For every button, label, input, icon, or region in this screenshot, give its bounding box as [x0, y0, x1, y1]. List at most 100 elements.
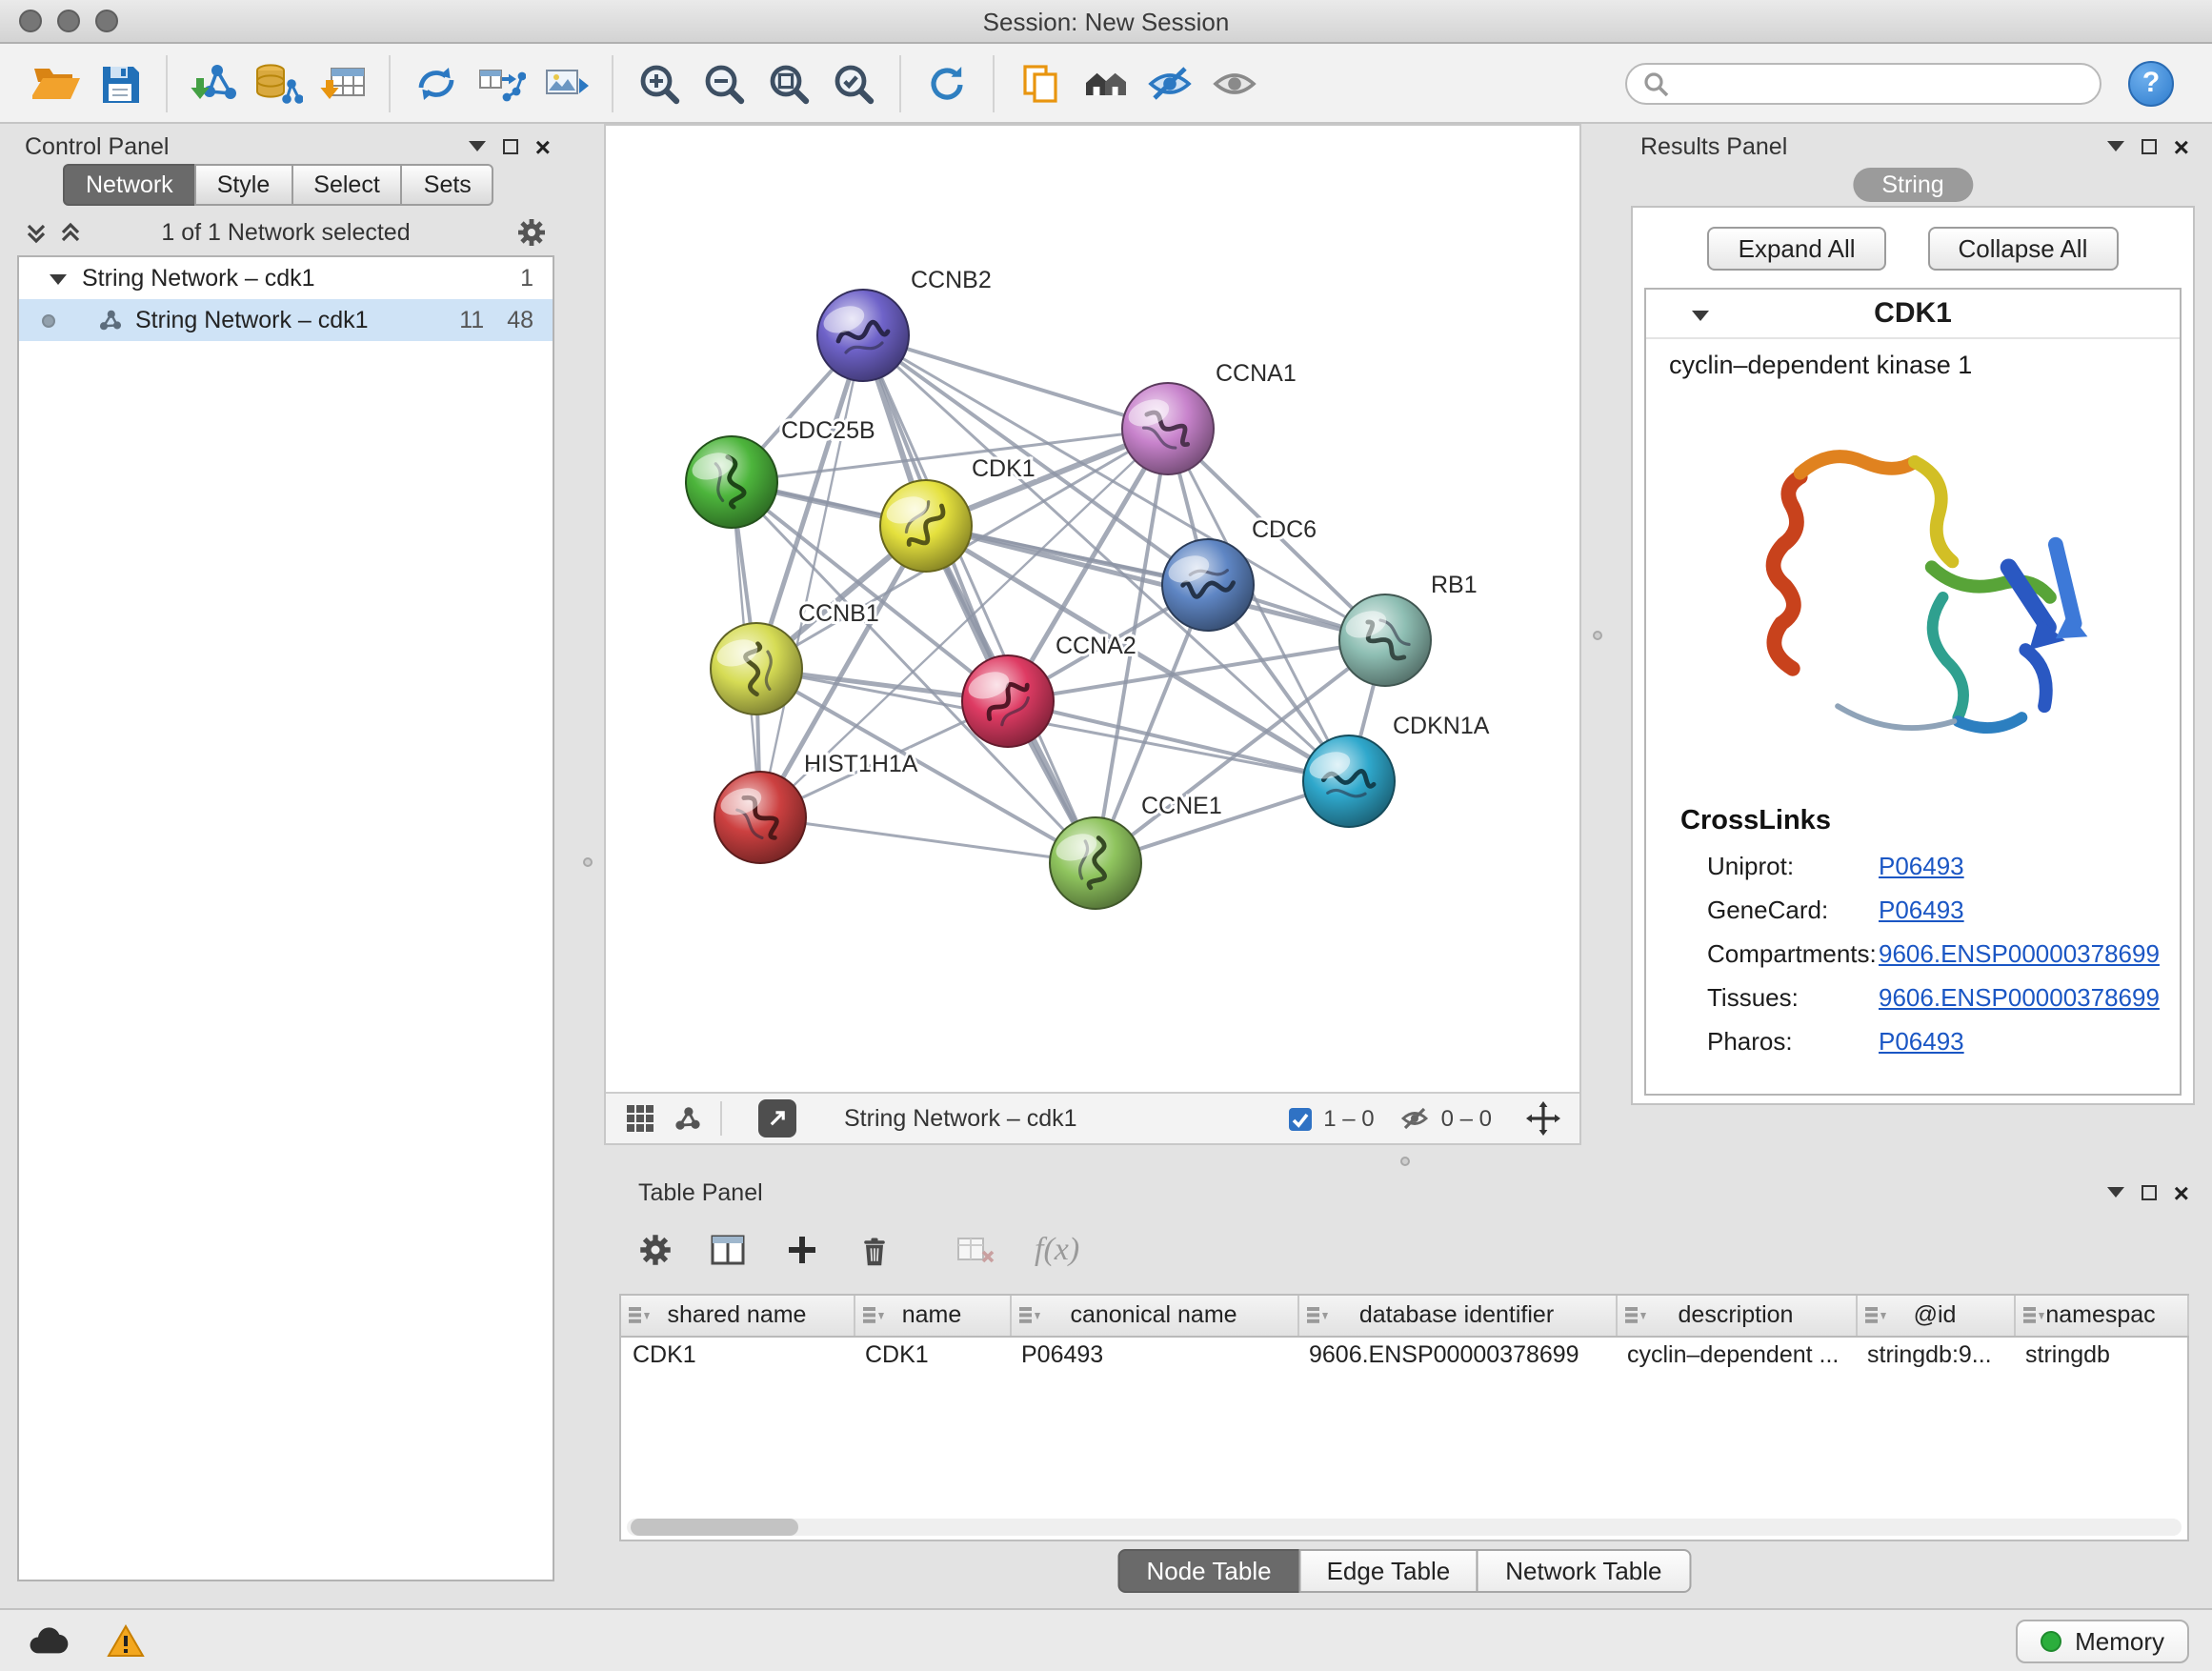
column-header[interactable]: name	[854, 1296, 1010, 1336]
show-graphics-details-button[interactable]	[1202, 50, 1267, 115]
panel-menu-icon[interactable]	[2107, 1185, 2124, 1198]
network-node-hist1h1a[interactable]	[714, 772, 806, 863]
table-settings-gear-icon[interactable]	[638, 1233, 673, 1267]
crosslinks-title: CrossLinks	[1680, 806, 2180, 836]
string-results-box: Expand All Collapse All CDK1 cyclin–depe…	[1631, 206, 2195, 1105]
delete-column-icon[interactable]	[857, 1232, 892, 1268]
copy-page-button[interactable]	[1008, 50, 1073, 115]
search-input[interactable]	[1680, 70, 2084, 96]
table-horizontal-scrollbar[interactable]	[627, 1519, 2182, 1536]
panel-close-icon[interactable]: ×	[2174, 132, 2189, 159]
open-session-button[interactable]	[23, 50, 88, 115]
zoom-out-button[interactable]	[692, 50, 756, 115]
network-from-table-button[interactable]	[469, 50, 533, 115]
import-table-button[interactable]	[311, 50, 375, 115]
network-node-cdkn1a[interactable]	[1303, 735, 1395, 827]
refresh-network-button[interactable]	[915, 50, 979, 115]
panel-float-icon[interactable]	[2142, 1184, 2157, 1199]
column-header[interactable]: namespac	[2014, 1296, 2187, 1336]
zoom-in-button[interactable]	[627, 50, 692, 115]
tab-sets[interactable]: Sets	[401, 164, 494, 206]
network-collection-row[interactable]: String Network – cdk1 1	[19, 257, 553, 299]
network-node-ccnb2[interactable]	[817, 290, 909, 381]
scrollbar-thumb[interactable]	[631, 1519, 798, 1536]
table-row[interactable]: CDK1 CDK1 P06493 9606.ENSP00000378699 cy…	[621, 1336, 2187, 1372]
new-network-icon	[412, 60, 461, 106]
node-label-hist1h1a: HIST1H1A	[804, 751, 918, 777]
export-image-button[interactable]	[533, 50, 598, 115]
column-header[interactable]: shared name	[621, 1296, 854, 1336]
collapse-all-button[interactable]: Collapse All	[1928, 227, 2119, 271]
crosslink-link[interactable]: P06493	[1879, 852, 1964, 880]
gene-card-header[interactable]: CDK1	[1646, 290, 2180, 339]
network-node-cdc6[interactable]	[1162, 539, 1254, 631]
table-cell[interactable]: CDK1	[854, 1336, 1010, 1372]
panel-float-icon[interactable]	[503, 138, 518, 153]
import-network-database-button[interactable]	[246, 50, 311, 115]
import-network-file-button[interactable]	[181, 50, 246, 115]
zoom-selected-button[interactable]	[821, 50, 886, 115]
warning-icon	[107, 1623, 145, 1658]
help-button[interactable]: ?	[2128, 60, 2174, 106]
show-columns-icon[interactable]	[711, 1233, 747, 1267]
table-cell[interactable]: cyclin–dependent ...	[1616, 1336, 1856, 1372]
network-type-icon	[97, 307, 124, 333]
cloud-button[interactable]	[23, 1621, 72, 1660]
tab-network-table[interactable]: Network Table	[1477, 1549, 1690, 1593]
new-network-button[interactable]	[404, 50, 469, 115]
crosslink-link[interactable]: P06493	[1879, 896, 1964, 924]
panel-menu-icon[interactable]	[469, 139, 486, 152]
selected-checkbox-icon[interactable]	[1287, 1106, 1312, 1131]
crosslink-link[interactable]: 9606.ENSP00000378699	[1879, 939, 2160, 968]
collection-expander-icon[interactable]	[50, 272, 67, 285]
network-node-ccna1[interactable]	[1122, 383, 1214, 474]
add-column-icon[interactable]	[785, 1233, 819, 1267]
string-tab-badge[interactable]: String	[1853, 168, 1972, 202]
gene-expander-icon[interactable]	[1692, 309, 1709, 322]
table-cell[interactable]: P06493	[1010, 1336, 1297, 1372]
detach-view-button[interactable]	[758, 1099, 796, 1137]
network-node-cdc25b[interactable]	[686, 436, 777, 528]
tab-network[interactable]: Network	[63, 164, 196, 206]
table-cell[interactable]: stringdb	[2014, 1336, 2187, 1372]
crosslink-label: Tissues:	[1707, 983, 1879, 1012]
bottom-splitter-handle[interactable]	[1400, 1157, 1410, 1166]
table-cell[interactable]: 9606.ENSP00000378699	[1297, 1336, 1616, 1372]
warnings-button[interactable]	[107, 1623, 145, 1658]
panel-menu-icon[interactable]	[2107, 139, 2124, 152]
network-node-cdk1[interactable]	[880, 480, 972, 572]
home-button[interactable]	[1073, 50, 1137, 115]
crosslink-link[interactable]: 9606.ENSP00000378699	[1879, 983, 2160, 1012]
tab-edge-table[interactable]: Edge Table	[1298, 1549, 1479, 1593]
network-node-ccnb1[interactable]	[711, 623, 802, 715]
tab-select[interactable]: Select	[291, 164, 403, 206]
pan-crosshair-icon[interactable]	[1526, 1101, 1560, 1136]
tab-node-table[interactable]: Node Table	[1117, 1549, 1299, 1593]
crosslink-link[interactable]: P06493	[1879, 1027, 1964, 1056]
memory-button[interactable]: Memory	[2016, 1619, 2189, 1662]
network-node-ccna2[interactable]	[962, 655, 1054, 747]
zoom-fit-button[interactable]	[756, 50, 821, 115]
expand-all-button[interactable]: Expand All	[1708, 227, 1886, 271]
hide-graphics-details-button[interactable]	[1137, 50, 1202, 115]
birds-eye-view-icon[interactable]	[625, 1103, 655, 1134]
network-node-ccne1[interactable]	[1050, 817, 1141, 909]
panel-close-icon[interactable]: ×	[2174, 1178, 2189, 1205]
column-header[interactable]: description	[1616, 1296, 1856, 1336]
panel-float-icon[interactable]	[2142, 138, 2157, 153]
left-splitter-handle[interactable]	[583, 857, 593, 867]
right-splitter-handle[interactable]	[1593, 631, 1602, 640]
table-cell[interactable]: CDK1	[621, 1336, 854, 1372]
network-share-icon[interactable]	[673, 1103, 703, 1134]
panel-close-icon[interactable]: ×	[535, 132, 551, 159]
network-row[interactable]: String Network – cdk1 11 48	[19, 299, 553, 341]
network-node-count: 11	[459, 307, 484, 333]
hidden-eye-icon[interactable]	[1401, 1105, 1430, 1132]
save-session-button[interactable]	[88, 50, 152, 115]
network-canvas[interactable]: CCNB2CCNA1CDC25BCDK1CDC6RB1CCNB1CCNA2CDK…	[606, 126, 1579, 1092]
column-header[interactable]: canonical name	[1010, 1296, 1297, 1336]
tab-style[interactable]: Style	[194, 164, 293, 206]
column-header[interactable]: database identifier	[1297, 1296, 1616, 1336]
network-node-rb1[interactable]	[1339, 594, 1431, 686]
column-header[interactable]: @id	[1856, 1296, 2014, 1336]
